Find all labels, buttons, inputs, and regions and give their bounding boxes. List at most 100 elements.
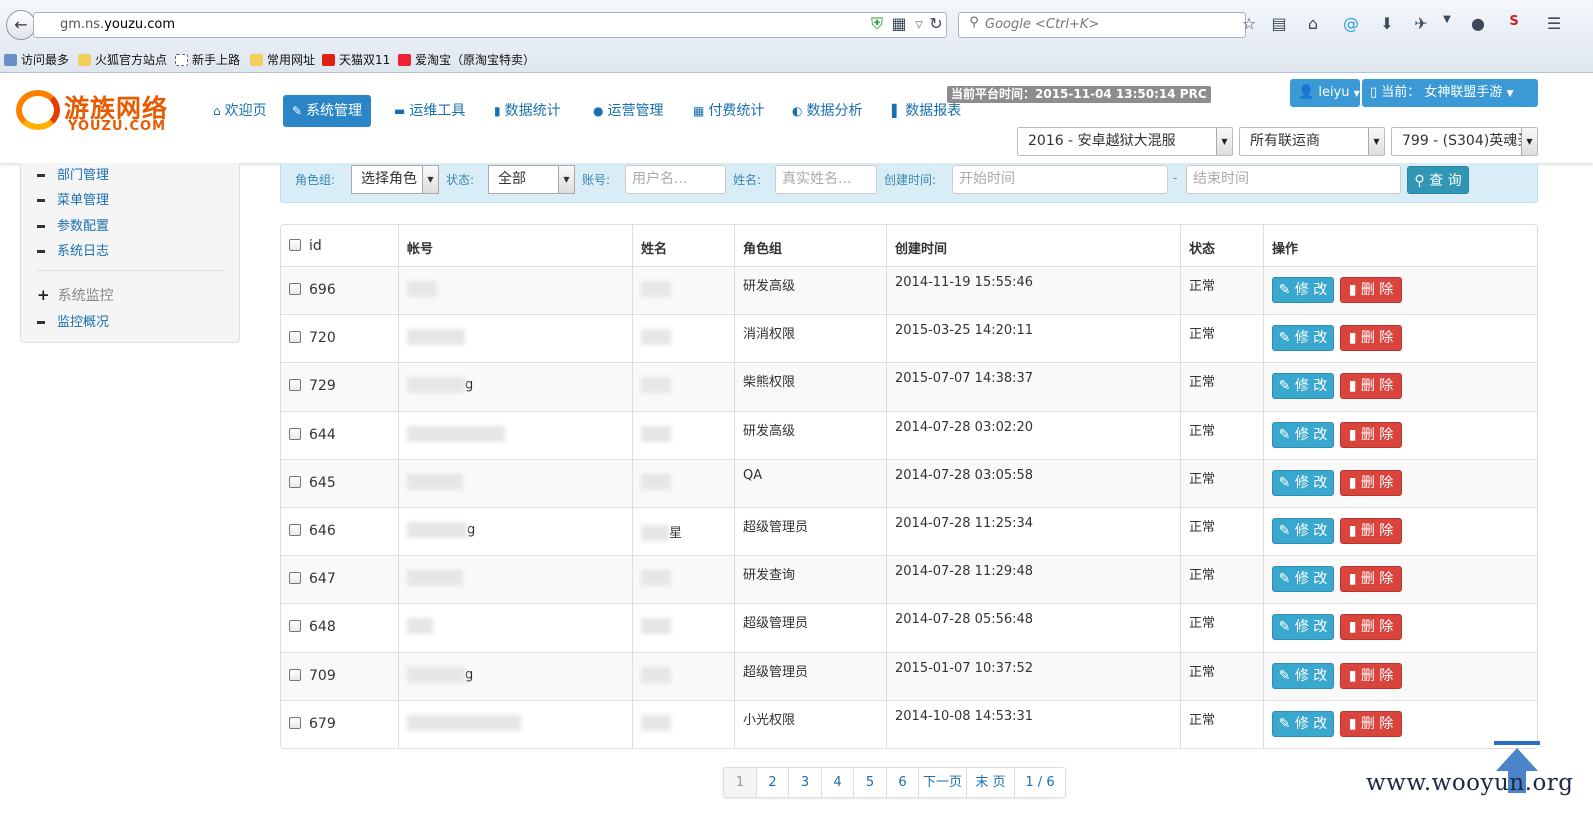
- role-select[interactable]: 选择角色 ▼: [351, 165, 439, 194]
- row-checkbox[interactable]: [289, 283, 301, 295]
- row-checkbox[interactable]: [289, 331, 301, 344]
- page-next[interactable]: 下一页: [918, 768, 966, 797]
- cell-status: 正常: [1180, 604, 1263, 652]
- hamburger-menu-icon[interactable]: ☰: [1543, 14, 1565, 33]
- operator-select[interactable]: 所有联运商 ▼: [1239, 127, 1385, 156]
- delete-button[interactable]: ▮ 删 除: [1340, 614, 1402, 641]
- bookmark-aitaobao[interactable]: 爱淘宝（原淘宝特卖）: [398, 48, 535, 72]
- addon-icon[interactable]: S: [1503, 14, 1525, 29]
- delete-button[interactable]: ▮ 删 除: [1340, 469, 1402, 496]
- download-icon[interactable]: ⬇: [1376, 14, 1398, 33]
- edit-button[interactable]: ✎ 修 改: [1272, 325, 1334, 352]
- user-menu-button[interactable]: 👤 leiyu ▼: [1290, 79, 1360, 107]
- page-link[interactable]: 6: [886, 768, 918, 797]
- cell-actions: ✎ 修 改 ▮ 删 除: [1263, 411, 1537, 459]
- edit-button[interactable]: ✎ 修 改: [1272, 277, 1334, 303]
- edit-button[interactable]: ✎ 修 改: [1272, 710, 1334, 737]
- browser-search-input[interactable]: Google <Ctrl+K>: [958, 12, 1246, 38]
- zone-select[interactable]: 799 - (S304)英魂圣 ▼: [1391, 127, 1538, 156]
- query-button[interactable]: ⚲ 查 询: [1407, 166, 1469, 194]
- sidebar-item-syslog[interactable]: 系统日志: [37, 240, 109, 259]
- edit-button[interactable]: ✎ 修 改: [1272, 373, 1334, 400]
- current-game-button[interactable]: ▯ 当前： 女神联盟手游 ▼: [1362, 79, 1538, 107]
- row-checkbox[interactable]: [289, 379, 301, 392]
- start-time-placeholder: 开始时间: [959, 171, 1015, 187]
- at-icon[interactable]: @: [1340, 14, 1362, 33]
- row-checkbox[interactable]: [289, 620, 301, 633]
- sidebar-item-params[interactable]: 参数配置: [37, 215, 109, 234]
- nav-data-stats[interactable]: ▮ 数据统计: [485, 95, 570, 127]
- edit-button[interactable]: ✎ 修 改: [1272, 614, 1334, 641]
- bookmark-getting-started[interactable]: 新手上路: [175, 48, 240, 72]
- row-checkbox[interactable]: [289, 523, 301, 536]
- start-time-input[interactable]: 开始时间: [952, 165, 1168, 194]
- nav-welcome[interactable]: ⌂ 欢迎页: [204, 95, 276, 127]
- account-input[interactable]: 用户名...: [625, 165, 726, 194]
- star-icon[interactable]: ☆: [1238, 14, 1260, 33]
- menu-dropdown-icon[interactable]: ▼: [1436, 14, 1458, 25]
- nav-system-admin[interactable]: ✎ 系统管理: [283, 95, 372, 127]
- bookmark-common[interactable]: 常用网址: [250, 48, 315, 72]
- delete-button[interactable]: ▮ 删 除: [1340, 421, 1402, 448]
- server-select[interactable]: 2016 - 安卓越狱大混服 ▼: [1017, 127, 1233, 156]
- sidebar-item-monitor-overview[interactable]: 监控概况: [37, 311, 109, 330]
- end-time-input[interactable]: 结束时间: [1186, 165, 1401, 194]
- delete-button[interactable]: ▮ 删 除: [1340, 710, 1402, 737]
- page-last[interactable]: 末 页: [966, 768, 1014, 797]
- trash-icon: ▮: [1348, 715, 1357, 732]
- sidebar-item-menu[interactable]: 菜单管理: [37, 189, 109, 208]
- nav-payment-stats[interactable]: ▦ 付费统计: [684, 95, 773, 127]
- delete-button[interactable]: ▮ 删 除: [1340, 517, 1402, 544]
- row-checkbox[interactable]: [289, 475, 301, 488]
- row-checkbox[interactable]: [289, 572, 301, 585]
- print-icon: ▬: [394, 104, 406, 118]
- delete-button[interactable]: ▮ 删 除: [1340, 277, 1402, 303]
- home-browser-icon[interactable]: ⌂: [1302, 14, 1324, 33]
- table-row: 709 g 超级管理员 2015-01-07 10:37:52 正常 ✎ 修 改 ▮ 删 除: [281, 651, 1537, 700]
- nav-operations[interactable]: ● 运营管理: [584, 95, 672, 127]
- delete-button[interactable]: ▮ 删 除: [1340, 662, 1402, 689]
- edit-button[interactable]: ✎ 修 改: [1272, 421, 1334, 448]
- edit-button[interactable]: ✎ 修 改: [1272, 517, 1334, 544]
- nav-ops-tools[interactable]: ▬ 运维工具: [385, 95, 474, 127]
- sidebar-item-department[interactable]: 部门管理: [37, 164, 109, 183]
- row-checkbox[interactable]: [289, 427, 301, 440]
- edit-button[interactable]: ✎ 修 改: [1272, 469, 1334, 496]
- query-label: 查 询: [1429, 173, 1462, 189]
- nav-data-analysis[interactable]: ◐ 数据分析: [783, 95, 871, 127]
- nav-label: 数据分析: [806, 103, 863, 119]
- shield-icon[interactable]: ⛨: [866, 14, 888, 34]
- edit-button[interactable]: ✎ 修 改: [1272, 662, 1334, 689]
- row-checkbox[interactable]: [289, 668, 301, 681]
- reload-icon[interactable]: ↻: [925, 14, 947, 33]
- page-link[interactable]: 3: [788, 768, 821, 797]
- address-bar[interactable]: gm.ns.youzu.com: [33, 12, 947, 38]
- nav-label: 付费统计: [708, 103, 765, 119]
- operator-select-value: 所有联运商: [1250, 133, 1320, 149]
- edit-button[interactable]: ✎ 修 改: [1272, 566, 1334, 593]
- bookmark-most-visited[interactable]: 访问最多: [4, 48, 69, 72]
- clipboard-icon[interactable]: ▤: [1268, 14, 1290, 33]
- page-link[interactable]: 4: [821, 768, 853, 797]
- cell-account: g: [398, 363, 632, 411]
- bookmark-firefox[interactable]: 火狐官方站点: [78, 48, 167, 72]
- sidebar-section-monitor[interactable]: + 系统监控: [37, 285, 114, 305]
- qr-icon[interactable]: ▦: [888, 14, 910, 33]
- youzu-logo[interactable]: 游族网络 YOUZU.COM: [16, 87, 186, 135]
- extension-icon[interactable]: ✈: [1410, 14, 1432, 33]
- name-input[interactable]: 真实姓名...: [775, 165, 877, 194]
- page-current[interactable]: 1: [724, 768, 756, 797]
- bookmark-tmall[interactable]: 天猫双11: [322, 48, 390, 72]
- page-link[interactable]: 2: [756, 768, 788, 797]
- row-checkbox[interactable]: [289, 716, 301, 729]
- status-select[interactable]: 全部 ▼: [488, 165, 575, 194]
- chat-icon[interactable]: ●: [1467, 14, 1489, 33]
- page-link[interactable]: 5: [853, 768, 886, 797]
- header-actions: 操作: [1263, 225, 1537, 266]
- delete-button[interactable]: ▮ 删 除: [1340, 373, 1402, 400]
- delete-button[interactable]: ▮ 删 除: [1340, 325, 1402, 352]
- select-all-checkbox[interactable]: [289, 239, 301, 251]
- back-arrow-icon[interactable]: ←: [6, 10, 36, 40]
- logo-text-en: YOUZU.COM: [68, 119, 167, 134]
- delete-button[interactable]: ▮ 删 除: [1340, 566, 1402, 593]
